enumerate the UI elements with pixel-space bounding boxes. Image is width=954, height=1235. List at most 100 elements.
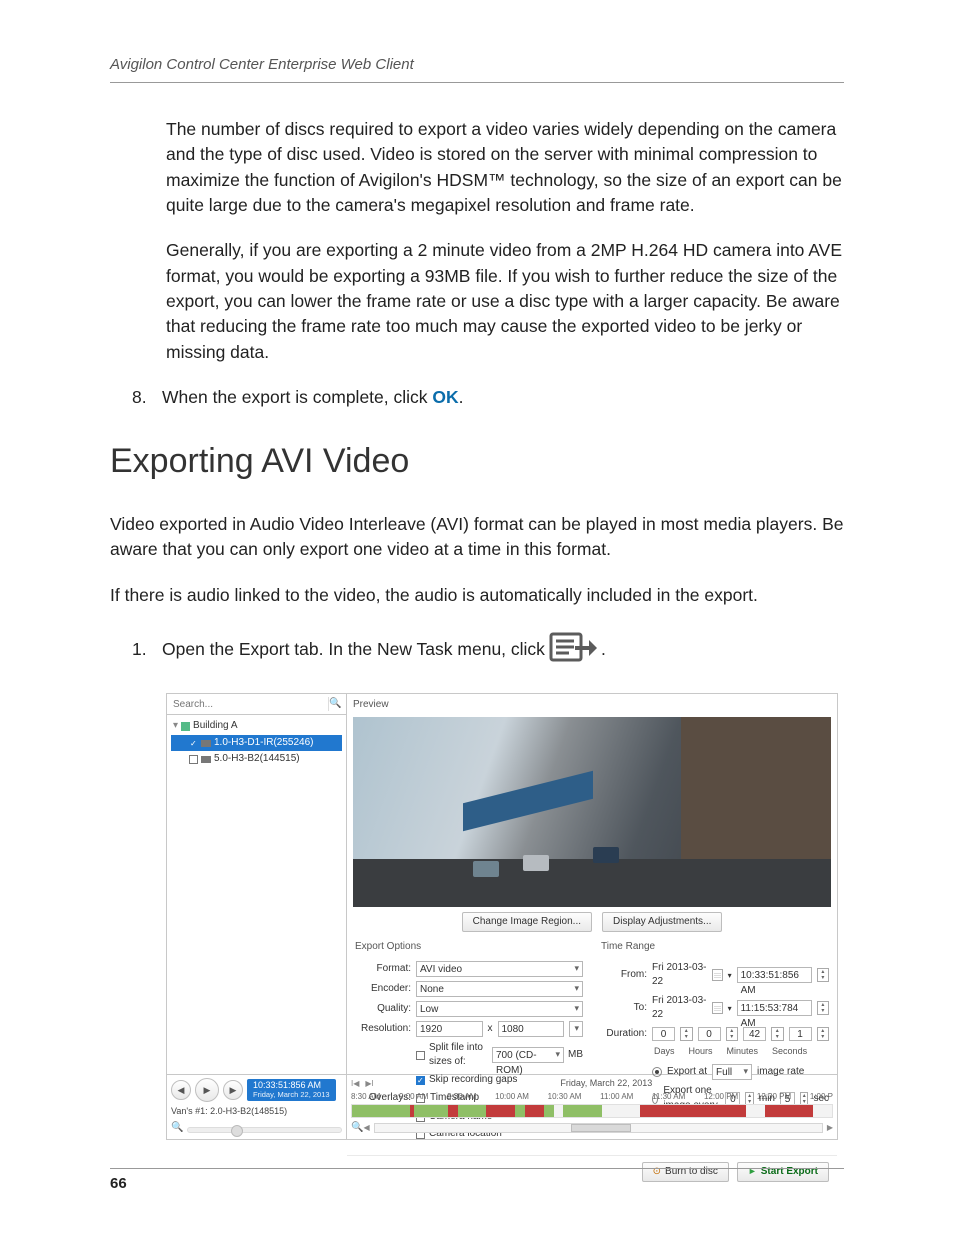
checkbox-icon[interactable] <box>189 755 198 764</box>
spinner[interactable]: ▴▾ <box>817 1001 829 1015</box>
dur-sec-input[interactable]: 1 <box>789 1027 812 1041</box>
split-unit: MB <box>568 1048 583 1063</box>
change-image-region-button[interactable]: Change Image Region... <box>462 912 592 933</box>
dur-hours-label: Hours <box>689 1045 713 1058</box>
to-label: To: <box>601 1001 647 1016</box>
tree-camera-node-selected[interactable]: 1.0-H3-D1-IR(255246) <box>171 735 342 752</box>
from-label: From: <box>601 968 647 983</box>
from-date: Fri 2013-03-22 <box>652 961 707 990</box>
tick: 12:00 PM <box>704 1091 738 1103</box>
body-paragraph: Video exported in Audio Video Interleave… <box>110 512 844 563</box>
split-size-select[interactable]: 700 (CD-ROM) <box>492 1047 564 1063</box>
page-footer: 66 <box>110 1168 844 1195</box>
skip-first-icon[interactable]: I◀ <box>351 1078 359 1090</box>
list-item-8: 8. When the export is complete, click OK… <box>132 385 844 410</box>
search-icon[interactable]: 🔍 <box>328 697 342 711</box>
zoom-icon[interactable]: 🔍 <box>171 1121 183 1136</box>
encoder-select[interactable]: None <box>416 981 583 997</box>
format-select[interactable]: AVI video <box>416 961 583 977</box>
panel-title: Export Options <box>355 940 583 955</box>
scroll-left-icon[interactable]: ◀ <box>363 1122 369 1134</box>
export-icon <box>549 628 597 671</box>
body-paragraph: The number of discs required to export a… <box>166 117 844 219</box>
forward-button[interactable]: ▶ <box>223 1080 243 1100</box>
dur-days-label: Days <box>654 1045 675 1058</box>
resolution-label: Resolution: <box>355 1022 411 1037</box>
tree-site-label: Building A <box>193 719 237 734</box>
header-rule <box>110 82 844 83</box>
split-label: Split file into sizes of: <box>429 1041 488 1070</box>
res-height-input[interactable]: 1080 <box>498 1021 565 1037</box>
calendar-icon[interactable] <box>712 969 722 981</box>
dur-min-input[interactable]: 42 <box>743 1027 766 1041</box>
res-dropdown[interactable] <box>569 1021 583 1037</box>
export-tab-screenshot: 🔍 ▾ Building A 1.0-H3-D1-IR(255246) 5.0-… <box>166 693 838 1140</box>
res-width-input[interactable]: 1920 <box>416 1021 483 1037</box>
export-config-pane: Preview Change Image Region... Display A… <box>347 694 837 1074</box>
quality-select[interactable]: Low <box>416 1001 583 1017</box>
timeline-camera-label: Van's #1: 2.0-H3-B2(148515) <box>171 1105 342 1118</box>
list-number: 1. <box>132 637 162 662</box>
spinner[interactable]: ▴▾ <box>680 1027 693 1041</box>
tick: 8:30 AM <box>351 1091 380 1103</box>
display-adjustments-button[interactable]: Display Adjustments... <box>602 912 722 933</box>
tree-camera-label: 5.0-H3-B2(144515) <box>214 752 300 767</box>
tick: 11:00 AM <box>600 1091 633 1103</box>
tree-camera-node[interactable]: 5.0-H3-B2(144515) <box>171 751 342 768</box>
body-paragraph: If there is audio linked to the video, t… <box>110 583 844 608</box>
play-button[interactable]: ▶ <box>195 1078 219 1102</box>
search-input[interactable] <box>171 698 328 711</box>
spinner[interactable]: ▴▾ <box>726 1027 739 1041</box>
body-paragraph: Generally, if you are exporting a 2 minu… <box>166 238 844 365</box>
spinner[interactable]: ▴▾ <box>817 1027 830 1041</box>
camera-tree-pane: 🔍 ▾ Building A 1.0-H3-D1-IR(255246) 5.0-… <box>167 694 347 1074</box>
scroll-right-icon[interactable]: ▶ <box>827 1122 833 1134</box>
camera-icon <box>201 740 211 747</box>
format-label: Format: <box>355 962 411 977</box>
timeline-area: ◀ ▶ ▶ 10:33:51:856 AM Friday, March 22, … <box>167 1074 837 1139</box>
camera-icon <box>201 756 211 763</box>
from-time-input[interactable]: 10:33:51:856 AM <box>737 967 812 983</box>
ok-keyword: OK <box>432 387 458 407</box>
playhead-date: Friday, March 22, 2013 <box>253 1091 330 1099</box>
timeline-track[interactable] <box>351 1104 833 1118</box>
playhead-time-badge: 10:33:51:856 AM Friday, March 22, 2013 <box>247 1079 336 1101</box>
video-preview[interactable] <box>353 717 831 907</box>
list-text: . <box>459 387 464 407</box>
quality-label: Quality: <box>355 1002 411 1017</box>
timeline-scrollbar[interactable] <box>374 1123 823 1133</box>
timeline-date: Friday, March 22, 2013 <box>380 1077 833 1090</box>
split-checkbox[interactable] <box>416 1051 425 1060</box>
tick: 1:00 P <box>810 1091 833 1103</box>
dur-hours-input[interactable]: 0 <box>698 1027 721 1041</box>
tick: 10:00 AM <box>495 1091 529 1103</box>
calendar-icon[interactable] <box>712 1002 722 1014</box>
list-item-1: 1. Open the Export tab. In the New Task … <box>132 628 844 671</box>
tree-camera-label: 1.0-H3-D1-IR(255246) <box>214 736 314 751</box>
list-text: Open the Export tab. In the New Task men… <box>162 637 545 662</box>
skip-last-icon[interactable]: ▶I <box>365 1078 373 1090</box>
spinner[interactable]: ▴▾ <box>771 1027 784 1041</box>
tick: 10:30 AM <box>548 1091 582 1103</box>
skip-gaps-checkbox[interactable] <box>416 1076 425 1085</box>
duration-label: Duration: <box>601 1027 647 1042</box>
checkbox-icon[interactable] <box>189 739 198 748</box>
timeline-scale: 8:30 AM 9:00 AM 9:30 AM 10:00 AM 10:30 A… <box>351 1090 833 1104</box>
preview-label: Preview <box>347 694 837 717</box>
tree-site-node[interactable]: ▾ Building A <box>171 718 342 735</box>
running-header: Avigilon Control Center Enterprise Web C… <box>110 54 844 76</box>
encoder-label: Encoder: <box>355 982 411 997</box>
zoom-slider[interactable] <box>187 1127 342 1133</box>
rewind-button[interactable]: ◀ <box>171 1080 191 1100</box>
search-box[interactable]: 🔍 <box>167 694 346 715</box>
section-heading: Exporting AVI Video <box>110 437 844 486</box>
spinner[interactable]: ▴▾ <box>817 968 829 982</box>
tick: 9:30 AM <box>447 1091 476 1103</box>
list-number: 8. <box>132 385 162 410</box>
to-time-input[interactable]: 11:15:53:784 AM <box>737 1000 812 1016</box>
dur-sec-label: Seconds <box>772 1045 807 1058</box>
export-rate-select[interactable]: Full <box>712 1064 752 1080</box>
tick: 9:00 AM <box>399 1091 428 1103</box>
dur-days-input[interactable]: 0 <box>652 1027 675 1041</box>
zoom-out-icon[interactable]: 🔍 <box>351 1121 363 1136</box>
